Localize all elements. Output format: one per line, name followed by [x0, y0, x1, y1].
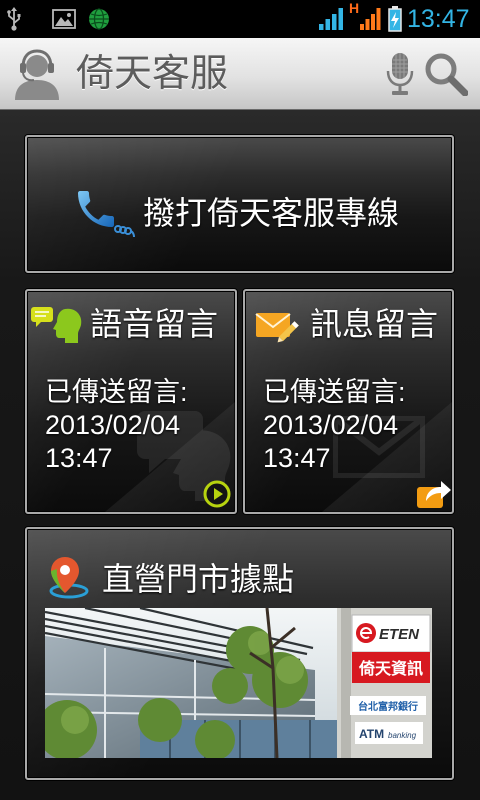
microphone-icon[interactable]: [386, 52, 414, 96]
status-date: 2013/02/04: [263, 410, 399, 440]
map-pin-icon: [45, 555, 93, 599]
battery-charging-icon: [388, 6, 402, 32]
status-date: 2013/02/04: [45, 410, 181, 440]
photo-bank-sign: 台北富邦銀行: [358, 700, 418, 713]
call-hotline-button[interactable]: 撥打倚天客服專線: [25, 135, 454, 273]
store-locations-card[interactable]: 直營門市據點 ETEN 倚天資訊 台北富邦銀行 ATM banking: [25, 527, 454, 780]
status-bar: H 13:47: [0, 0, 480, 38]
status-time: 13:47: [45, 443, 113, 473]
usb-icon: [6, 7, 22, 31]
status-label: 已傳送留言:: [45, 377, 188, 407]
share-icon[interactable]: [416, 477, 452, 509]
photo-atm-sign-sub: banking: [388, 731, 417, 740]
gallery-icon: [52, 9, 76, 29]
text-message-status: 已傳送留言: 2013/02/04 13:47: [263, 376, 406, 475]
store-photo: ETEN 倚天資訊 台北富邦銀行 ATM banking: [45, 608, 432, 758]
voice-message-card[interactable]: 語音留言 已傳送留言: 2013/02/04 13:47: [25, 289, 237, 514]
status-time: 13:47: [263, 443, 331, 473]
photo-brand-logo: ETEN: [379, 626, 420, 643]
headset-person-icon: [12, 48, 62, 100]
photo-store-sign: 倚天資訊: [358, 659, 423, 678]
clock: 13:47: [407, 5, 470, 33]
speech-bubble-icon: [31, 305, 83, 343]
envelope-pencil-icon: [255, 307, 303, 343]
app-header: 倚天客服: [0, 38, 480, 110]
data-type-label: H: [349, 0, 360, 16]
voice-message-title: 語音留言: [90, 305, 219, 343]
play-icon[interactable]: [203, 480, 231, 508]
photo-atm-sign: ATM: [359, 727, 384, 741]
phone-icon: [72, 183, 136, 239]
text-message-title: 訊息留言: [310, 305, 439, 343]
signal-sim2-icon: [359, 7, 381, 31]
page-title: 倚天客服: [76, 51, 229, 95]
text-message-card[interactable]: 訊息留言 已傳送留言: 2013/02/04 13:47: [243, 289, 454, 514]
search-icon[interactable]: [424, 52, 468, 96]
call-hotline-label: 撥打倚天客服專線: [143, 194, 400, 232]
status-label: 已傳送留言:: [263, 377, 406, 407]
store-locations-title: 直營門市據點: [102, 560, 295, 598]
globe-icon: [88, 8, 110, 30]
voice-message-status: 已傳送留言: 2013/02/04 13:47: [45, 376, 188, 475]
signal-sim1-icon: [318, 7, 344, 31]
